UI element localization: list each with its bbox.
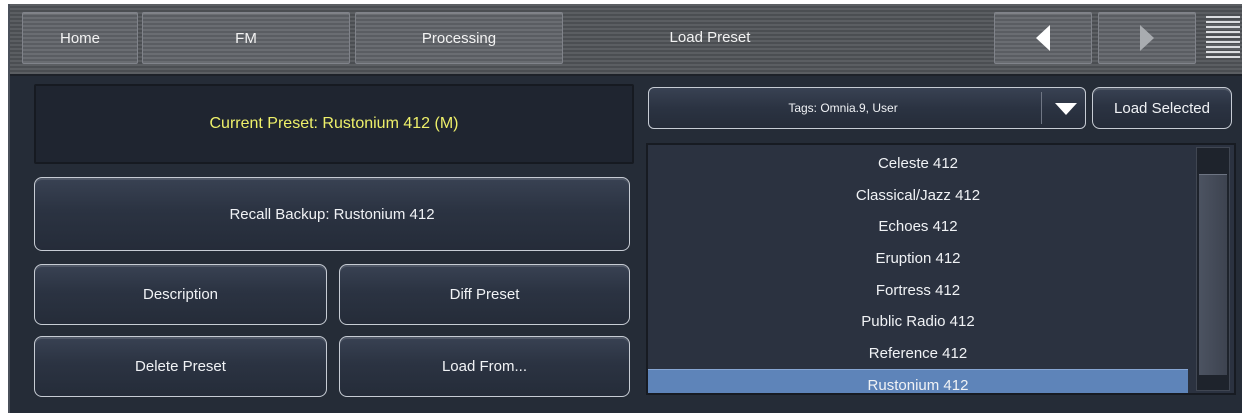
back-button[interactable] bbox=[994, 12, 1092, 64]
recall-backup-button[interactable]: Recall Backup: Rustonium 412 bbox=[34, 177, 630, 251]
nav-fm-button[interactable]: FM bbox=[142, 12, 350, 64]
preset-list-item[interactable]: Fortress 412 bbox=[648, 274, 1188, 306]
menu-icon[interactable] bbox=[1206, 16, 1240, 60]
nav-home-button[interactable]: Home bbox=[22, 12, 138, 64]
preset-list-item[interactable]: Public Radio 412 bbox=[648, 305, 1188, 337]
arrow-left-icon bbox=[1036, 25, 1050, 51]
load-selected-button[interactable]: Load Selected bbox=[1092, 87, 1232, 129]
list-scrollbar[interactable] bbox=[1196, 147, 1230, 391]
scrollbar-thumb[interactable] bbox=[1199, 174, 1227, 375]
diff-preset-button[interactable]: Diff Preset bbox=[339, 264, 630, 325]
load-from-button[interactable]: Load From... bbox=[339, 336, 630, 397]
chevron-down-icon[interactable] bbox=[1055, 103, 1077, 115]
preset-list-item[interactable]: Celeste 412 bbox=[648, 147, 1188, 179]
preset-list-item[interactable]: Classical/Jazz 412 bbox=[648, 179, 1188, 211]
delete-preset-button[interactable]: Delete Preset bbox=[34, 336, 327, 397]
preset-list-item[interactable]: Reference 412 bbox=[648, 337, 1188, 369]
page-title: Load Preset bbox=[669, 28, 751, 46]
tags-filter-value: Tags: Omnia.9, User bbox=[788, 101, 898, 115]
tags-filter-dropdown[interactable]: Tags: Omnia.9, User bbox=[648, 87, 1086, 129]
current-preset-display: Current Preset: Rustonium 412 (M) bbox=[34, 84, 634, 164]
nav-processing-button[interactable]: Processing bbox=[355, 12, 563, 64]
preset-list-item-selected[interactable]: Rustonium 412 bbox=[648, 369, 1188, 393]
description-button[interactable]: Description bbox=[34, 264, 327, 325]
arrow-right-icon bbox=[1140, 25, 1154, 51]
preset-list-item[interactable]: Eruption 412 bbox=[648, 242, 1188, 274]
preset-list-item[interactable]: Echoes 412 bbox=[648, 210, 1188, 242]
top-nav-bar: Home FM Processing Load Preset bbox=[10, 4, 1242, 76]
preset-list: Celeste 412 Classical/Jazz 412 Echoes 41… bbox=[646, 143, 1236, 395]
app-frame: Home FM Processing Load Preset Current P… bbox=[8, 4, 1242, 413]
dropdown-divider bbox=[1041, 92, 1042, 124]
forward-button[interactable] bbox=[1098, 12, 1196, 64]
